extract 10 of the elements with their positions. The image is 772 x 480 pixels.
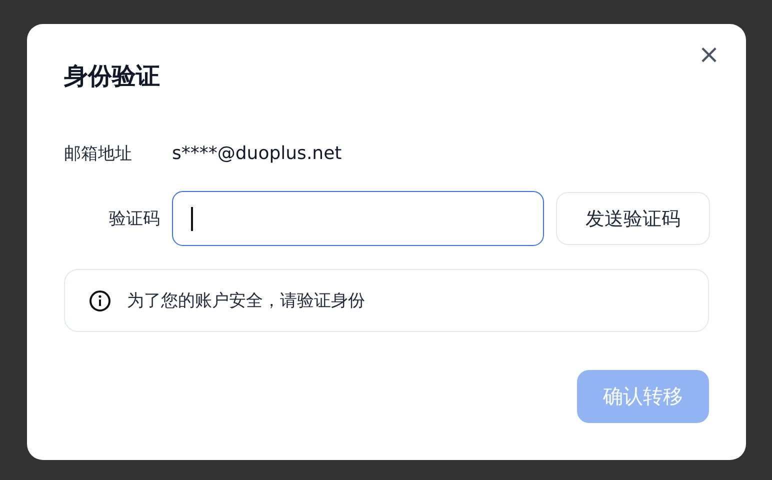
dialog-title: 身份验证 bbox=[64, 61, 161, 92]
send-code-button[interactable]: 发送验证码 bbox=[556, 192, 710, 245]
code-label: 验证码 bbox=[108, 208, 160, 230]
notice-text: 为了您的账户安全，请验证身份 bbox=[127, 290, 365, 312]
text-cursor bbox=[191, 207, 193, 231]
email-label: 邮箱地址 bbox=[64, 143, 133, 165]
close-button[interactable]: × bbox=[698, 44, 720, 66]
info-icon bbox=[89, 290, 111, 312]
email-value: s****@duoplus.net bbox=[172, 143, 342, 164]
code-input-field[interactable] bbox=[172, 191, 544, 246]
